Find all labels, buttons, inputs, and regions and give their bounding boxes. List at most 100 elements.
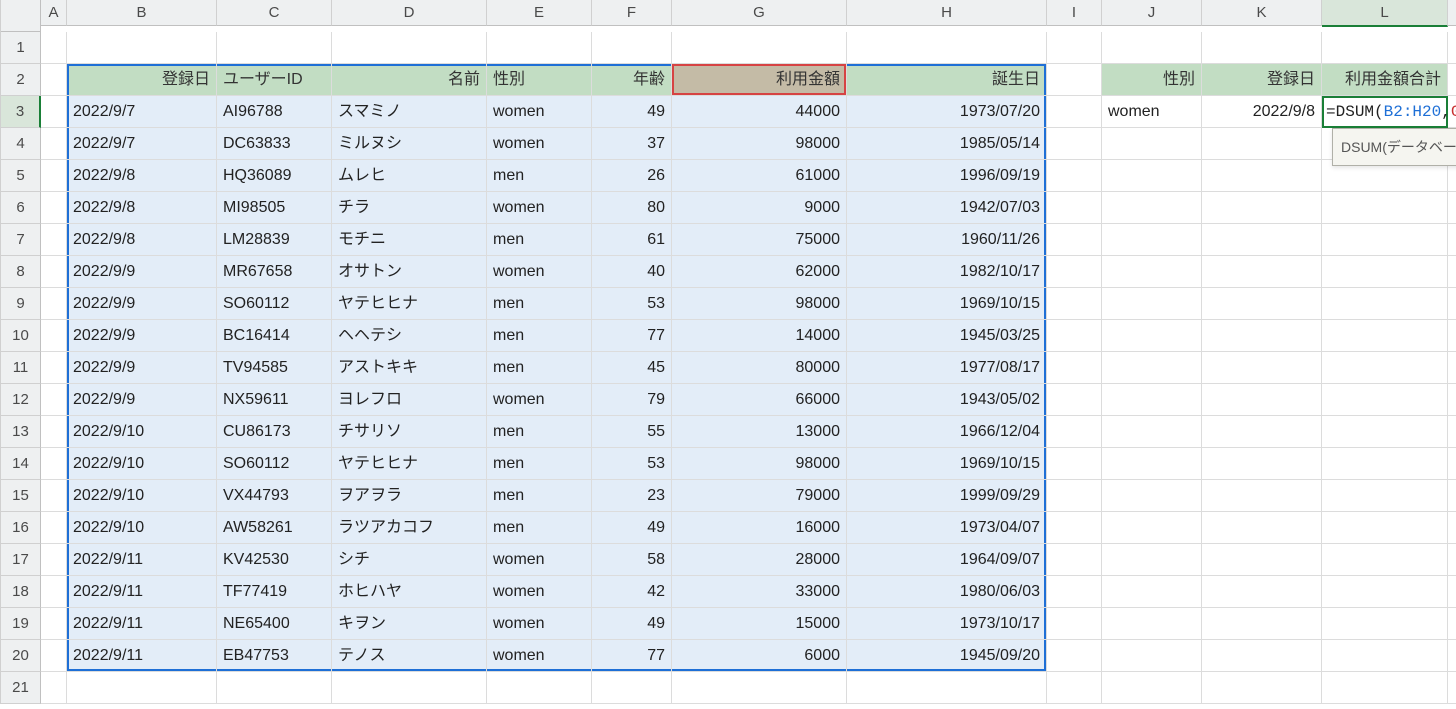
table-cell-F7[interactable]: 61: [592, 224, 672, 256]
cell-K5[interactable]: [1202, 160, 1322, 192]
col-header-A[interactable]: A: [41, 0, 67, 26]
cell-A11[interactable]: [41, 352, 67, 384]
table-cell-E4[interactable]: women: [487, 128, 592, 160]
cell-L1[interactable]: [1322, 32, 1448, 64]
table-cell-H7[interactable]: 1960/11/26: [847, 224, 1047, 256]
row-header-15[interactable]: 15: [1, 480, 41, 512]
cell-J6[interactable]: [1102, 192, 1202, 224]
table-cell-E3[interactable]: women: [487, 96, 592, 128]
table-cell-F19[interactable]: 49: [592, 608, 672, 640]
cell-A3[interactable]: [41, 96, 67, 128]
table-cell-H14[interactable]: 1969/10/15: [847, 448, 1047, 480]
cell-D21[interactable]: [332, 672, 487, 704]
cell-H21[interactable]: [847, 672, 1047, 704]
table-header-B[interactable]: 登録日: [67, 64, 217, 96]
table-cell-F6[interactable]: 80: [592, 192, 672, 224]
table-cell-C8[interactable]: MR67658: [217, 256, 332, 288]
cell-I14[interactable]: [1047, 448, 1102, 480]
cell-K18[interactable]: [1202, 576, 1322, 608]
table-cell-E14[interactable]: men: [487, 448, 592, 480]
table-cell-B19[interactable]: 2022/9/11: [67, 608, 217, 640]
table-cell-D13[interactable]: チサリソ: [332, 416, 487, 448]
cell-A8[interactable]: [41, 256, 67, 288]
row-header-18[interactable]: 18: [1, 576, 41, 608]
table-cell-C20[interactable]: EB47753: [217, 640, 332, 672]
table-header-F[interactable]: 年齢: [592, 64, 672, 96]
row-header-21[interactable]: 21: [1, 672, 41, 704]
table-cell-H6[interactable]: 1942/07/03: [847, 192, 1047, 224]
table-cell-G4[interactable]: 98000: [672, 128, 847, 160]
cell-J4[interactable]: [1102, 128, 1202, 160]
table-cell-D9[interactable]: ヤテヒヒナ: [332, 288, 487, 320]
table-cell-F20[interactable]: 77: [592, 640, 672, 672]
table-cell-E15[interactable]: men: [487, 480, 592, 512]
cell-J12[interactable]: [1102, 384, 1202, 416]
cell-I8[interactable]: [1047, 256, 1102, 288]
active-formula-cell[interactable]: =DSUM(B2:H20,G2,DSUM(データベース, フィー: [1322, 96, 1448, 128]
row-header-4[interactable]: 4: [1, 128, 41, 160]
row-header-20[interactable]: 20: [1, 640, 41, 672]
table-cell-E20[interactable]: women: [487, 640, 592, 672]
col-header-M[interactable]: M: [1448, 0, 1456, 26]
cell-M7[interactable]: [1448, 224, 1456, 256]
table-cell-C15[interactable]: VX44793: [217, 480, 332, 512]
cell-I3[interactable]: [1047, 96, 1102, 128]
cell-J7[interactable]: [1102, 224, 1202, 256]
cell-L12[interactable]: [1322, 384, 1448, 416]
table-cell-D5[interactable]: ムレヒ: [332, 160, 487, 192]
cell-L19[interactable]: [1322, 608, 1448, 640]
table-cell-G13[interactable]: 13000: [672, 416, 847, 448]
table-cell-B6[interactable]: 2022/9/8: [67, 192, 217, 224]
table-cell-D19[interactable]: キヲン: [332, 608, 487, 640]
table-cell-G20[interactable]: 6000: [672, 640, 847, 672]
table-cell-F8[interactable]: 40: [592, 256, 672, 288]
select-all-corner[interactable]: [1, 0, 41, 32]
table-cell-C10[interactable]: BC16414: [217, 320, 332, 352]
table-cell-F13[interactable]: 55: [592, 416, 672, 448]
cell-I16[interactable]: [1047, 512, 1102, 544]
table-cell-D6[interactable]: チラ: [332, 192, 487, 224]
cell-L16[interactable]: [1322, 512, 1448, 544]
cell-K10[interactable]: [1202, 320, 1322, 352]
table-cell-B16[interactable]: 2022/9/10: [67, 512, 217, 544]
table-cell-B5[interactable]: 2022/9/8: [67, 160, 217, 192]
cell-I1[interactable]: [1047, 32, 1102, 64]
table-cell-H12[interactable]: 1943/05/02: [847, 384, 1047, 416]
cell-I11[interactable]: [1047, 352, 1102, 384]
cell-M15[interactable]: [1448, 480, 1456, 512]
table-cell-E18[interactable]: women: [487, 576, 592, 608]
cell-I13[interactable]: [1047, 416, 1102, 448]
table-cell-G8[interactable]: 62000: [672, 256, 847, 288]
cell-K17[interactable]: [1202, 544, 1322, 576]
cell-M12[interactable]: [1448, 384, 1456, 416]
table-cell-H15[interactable]: 1999/09/29: [847, 480, 1047, 512]
table-cell-E17[interactable]: women: [487, 544, 592, 576]
cell-J14[interactable]: [1102, 448, 1202, 480]
cell-G21[interactable]: [672, 672, 847, 704]
cell-J17[interactable]: [1102, 544, 1202, 576]
table-cell-H8[interactable]: 1982/10/17: [847, 256, 1047, 288]
cell-A12[interactable]: [41, 384, 67, 416]
cell-M20[interactable]: [1448, 640, 1456, 672]
cell-I6[interactable]: [1047, 192, 1102, 224]
cell-M14[interactable]: [1448, 448, 1456, 480]
col-header-E[interactable]: E: [487, 0, 592, 26]
cell-B1[interactable]: [67, 32, 217, 64]
cell-J19[interactable]: [1102, 608, 1202, 640]
criteria-header-J[interactable]: 性別: [1102, 64, 1202, 96]
cell-A15[interactable]: [41, 480, 67, 512]
cell-J15[interactable]: [1102, 480, 1202, 512]
cell-A2[interactable]: [41, 64, 67, 96]
table-cell-F4[interactable]: 37: [592, 128, 672, 160]
table-cell-G9[interactable]: 98000: [672, 288, 847, 320]
table-header-H[interactable]: 誕生日: [847, 64, 1047, 96]
col-header-D[interactable]: D: [332, 0, 487, 26]
cell-I21[interactable]: [1047, 672, 1102, 704]
table-cell-G7[interactable]: 75000: [672, 224, 847, 256]
cell-I15[interactable]: [1047, 480, 1102, 512]
cell-K16[interactable]: [1202, 512, 1322, 544]
table-cell-G5[interactable]: 61000: [672, 160, 847, 192]
table-cell-C14[interactable]: SO60112: [217, 448, 332, 480]
cell-L13[interactable]: [1322, 416, 1448, 448]
table-cell-H9[interactable]: 1969/10/15: [847, 288, 1047, 320]
